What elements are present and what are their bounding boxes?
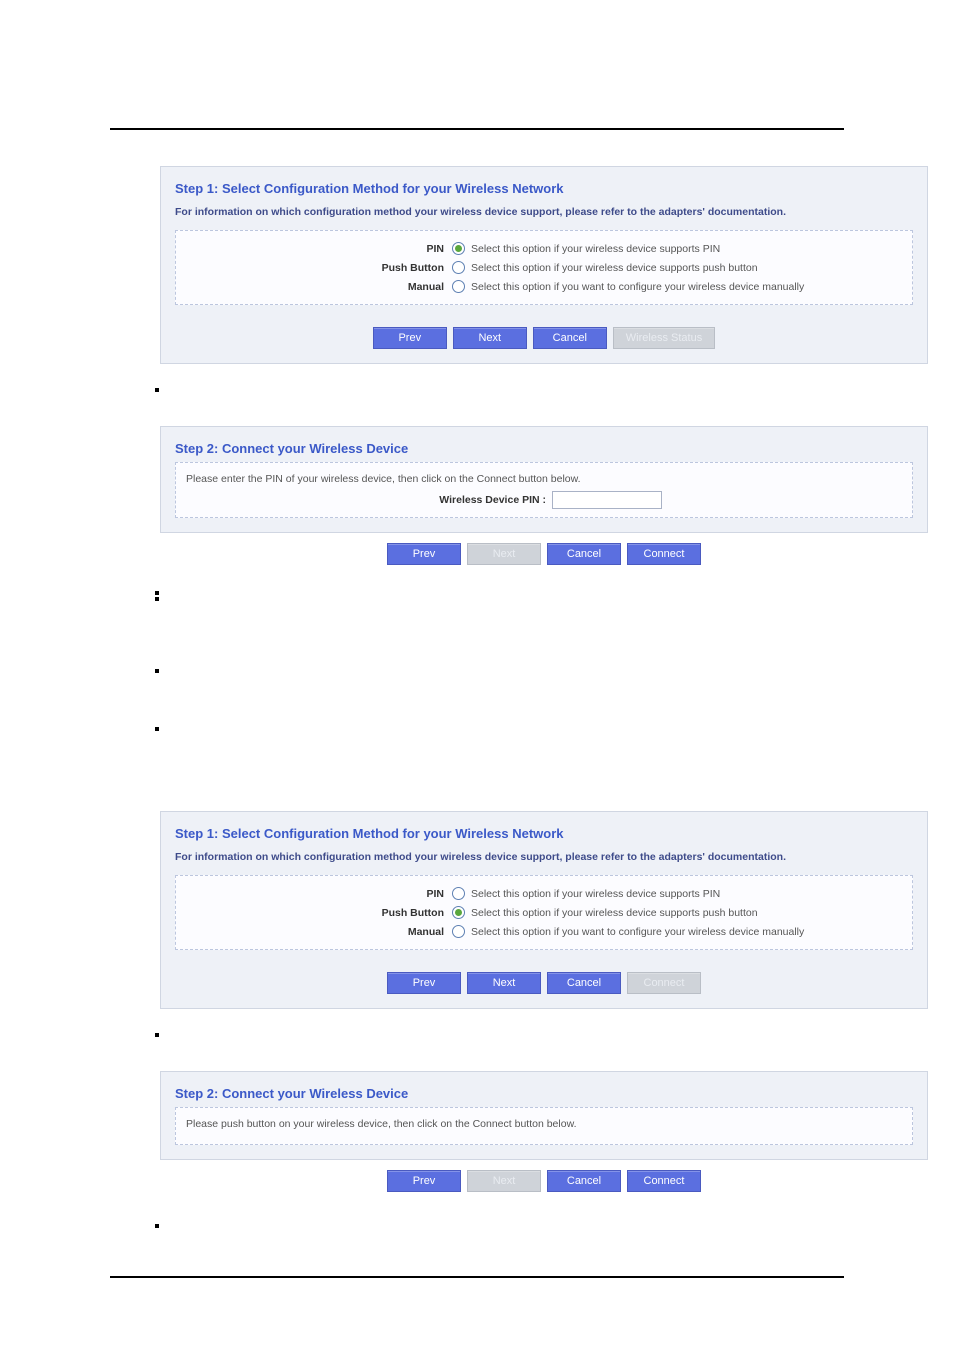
option-push-text-b: Select this option if your wireless devi… <box>465 907 758 919</box>
step1-buttons: Prev Next Cancel Wireless Status <box>161 319 927 363</box>
next-button-disabled: Next <box>467 543 541 565</box>
step1-subtitle-b: For information on which configuration m… <box>161 847 927 875</box>
option-manual-label: Manual <box>186 281 452 293</box>
option-push-label-b: Push Button <box>186 907 452 919</box>
step1-title: Step 1: Select Configuration Method for … <box>161 167 927 202</box>
option-pin-radio[interactable] <box>452 242 465 255</box>
step1-panel-pin: Step 1: Select Configuration Method for … <box>160 166 928 364</box>
step2-push-buttons: Prev Next Cancel Connect <box>160 1160 928 1200</box>
option-pin-text: Select this option if your wireless devi… <box>465 243 720 255</box>
step2-push-panel: Step 2: Connect your Wireless Device Ple… <box>160 1071 928 1160</box>
cancel-button[interactable]: Cancel <box>533 327 607 349</box>
next-button-disabled: Next <box>467 1170 541 1192</box>
option-pin-radio-b[interactable] <box>452 887 465 900</box>
step1-subtitle: For information on which configuration m… <box>161 202 927 230</box>
list-bullet <box>155 1033 159 1037</box>
step1-buttons-b: Prev Next Cancel Connect <box>161 964 927 1008</box>
wireless-status-button: Wireless Status <box>613 327 715 349</box>
step2-push-title: Step 2: Connect your Wireless Device <box>161 1072 927 1107</box>
list-bullet <box>155 1224 159 1228</box>
option-push-label: Push Button <box>186 262 452 274</box>
step1-panel-push: Step 1: Select Configuration Method for … <box>160 811 928 1009</box>
option-manual-text-b: Select this option if you want to config… <box>465 926 804 938</box>
list-bullet <box>155 669 159 673</box>
option-manual-radio[interactable] <box>452 280 465 293</box>
cancel-button[interactable]: Cancel <box>547 1170 621 1192</box>
step2-pin-note: Please enter the PIN of your wireless de… <box>186 471 902 491</box>
connect-button[interactable]: Connect <box>627 1170 701 1192</box>
next-button[interactable]: Next <box>453 327 527 349</box>
step2-pin-title: Step 2: Connect your Wireless Device <box>161 427 927 462</box>
option-push-radio[interactable] <box>452 261 465 274</box>
step1-title-b: Step 1: Select Configuration Method for … <box>161 812 927 847</box>
option-push-radio-b[interactable] <box>452 906 465 919</box>
list-bullet <box>155 727 159 731</box>
prev-button[interactable]: Prev <box>387 1170 461 1192</box>
cancel-button[interactable]: Cancel <box>547 543 621 565</box>
step2-pin-buttons: Prev Next Cancel Connect <box>160 533 928 573</box>
list-bullet <box>155 597 159 601</box>
step1-options-box: PIN Select this option if your wireless … <box>175 230 913 305</box>
next-button[interactable]: Next <box>467 972 541 994</box>
step2-push-note: Please push button on your wireless devi… <box>186 1116 902 1136</box>
cancel-button[interactable]: Cancel <box>547 972 621 994</box>
step2-push-box: Please push button on your wireless devi… <box>175 1107 913 1145</box>
option-pin-label: PIN <box>186 243 452 255</box>
pin-input[interactable] <box>552 491 662 509</box>
prev-button[interactable]: Prev <box>387 972 461 994</box>
prev-button[interactable]: Prev <box>373 327 447 349</box>
list-bullet <box>155 591 159 595</box>
option-manual-radio-b[interactable] <box>452 925 465 938</box>
step2-pin-panel: Step 2: Connect your Wireless Device Ple… <box>160 426 928 533</box>
list-bullet <box>155 388 159 392</box>
option-manual-text: Select this option if you want to config… <box>465 281 804 293</box>
step2-pin-box: Please enter the PIN of your wireless de… <box>175 462 913 518</box>
option-pin-label-b: PIN <box>186 888 452 900</box>
prev-button[interactable]: Prev <box>387 543 461 565</box>
option-pin-text-b: Select this option if your wireless devi… <box>465 888 720 900</box>
option-manual-label-b: Manual <box>186 926 452 938</box>
pin-label: Wireless Device PIN : <box>186 494 552 506</box>
step1-options-box-b: PIN Select this option if your wireless … <box>175 875 913 950</box>
option-push-text: Select this option if your wireless devi… <box>465 262 758 274</box>
connect-button[interactable]: Connect <box>627 543 701 565</box>
connect-button-disabled: Connect <box>627 972 701 994</box>
